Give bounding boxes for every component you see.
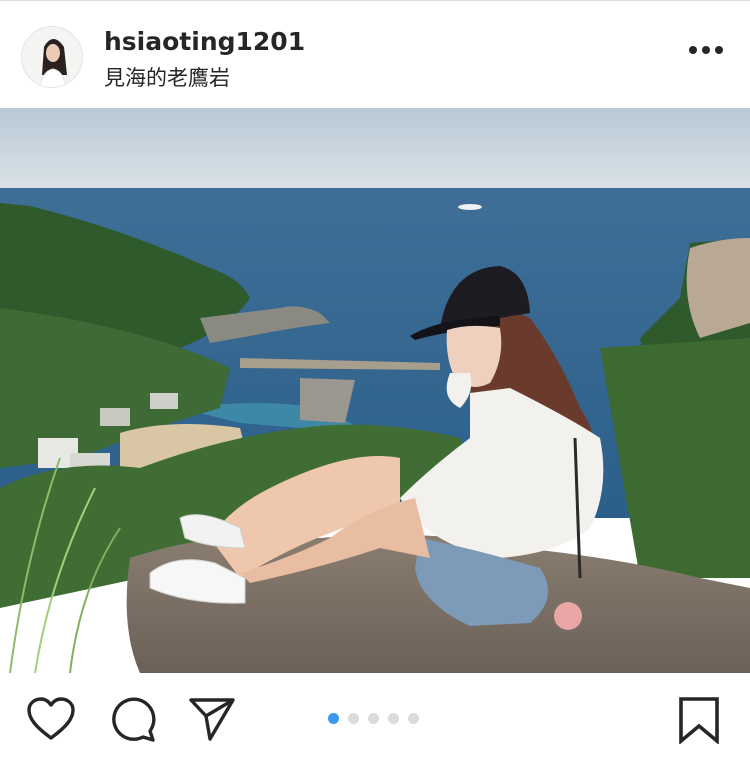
bookmark-icon[interactable] <box>677 696 721 745</box>
carousel-dot <box>368 713 379 724</box>
carousel-dot <box>348 713 359 724</box>
carousel-dot <box>388 713 399 724</box>
heart-icon[interactable] <box>26 697 76 741</box>
carousel-dot <box>408 713 419 724</box>
comment-icon[interactable] <box>109 695 157 743</box>
carousel-dot <box>328 713 339 724</box>
avatar[interactable] <box>21 26 83 88</box>
post-actions-bar <box>0 673 750 761</box>
more-options-icon[interactable] <box>688 40 724 60</box>
username-link[interactable]: hsiaoting1201 <box>104 27 305 56</box>
paper-plane-icon[interactable] <box>188 696 236 742</box>
top-divider <box>0 0 750 1</box>
location-link[interactable]: 見海的老鷹岩 <box>104 62 230 92</box>
post-header: hsiaoting1201 見海的老鷹岩 <box>0 2 750 108</box>
post-photo[interactable] <box>0 108 750 673</box>
